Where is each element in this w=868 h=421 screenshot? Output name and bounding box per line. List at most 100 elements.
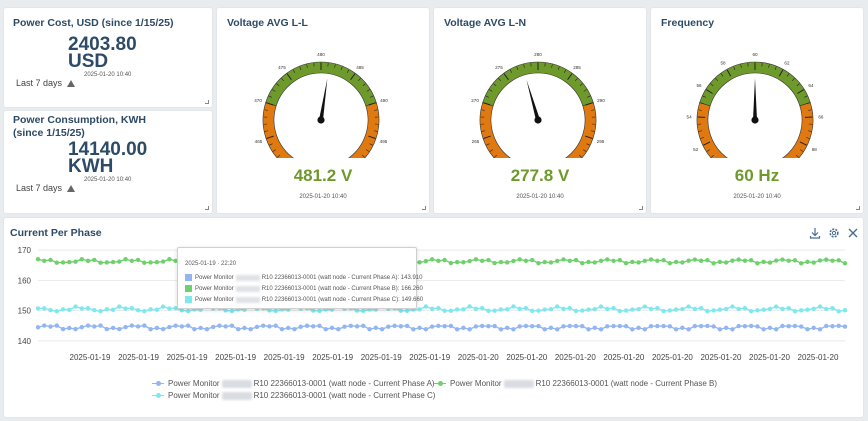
gauge-band-low (262, 102, 294, 158)
legend-prefix: Power Monitor (168, 379, 220, 388)
gauge-tick-label: 285 (573, 65, 581, 70)
gauge-tick-label: 280 (534, 52, 542, 57)
gauge-tick-label: 270 (471, 98, 479, 103)
tooltip-swatch (185, 285, 192, 292)
power-consumption-card: Power Consumption, KWH (since 1/15/25) 1… (4, 111, 212, 213)
legend-swatch (434, 380, 446, 388)
gauge-reading: 481.2 V (293, 166, 353, 185)
tooltip-row: Power Monitor R10 22366013-0001 (watt nod… (185, 285, 423, 292)
period-label: Last 7 days (16, 78, 63, 88)
legend-suffix: R10 22366013-0001 (watt node - Current P… (253, 379, 435, 388)
frequency-gauge: 5052545658606264666870 (687, 52, 824, 158)
gauge-needle (526, 79, 540, 121)
tooltip-swatch (185, 274, 192, 281)
redacted-block (221, 391, 252, 400)
gauge-card-voltage-ll: Voltage AVG L-L 460465470475480485490495… (217, 8, 429, 213)
gauge-tick-label: 290 (597, 98, 605, 103)
period-label: Last 7 days (16, 183, 63, 193)
gauge-tick-label: 480 (317, 52, 325, 57)
legend-suffix: R10 22366013-0001 (watt node - Current P… (253, 391, 436, 400)
power-cost-title: Power Cost, USD (since 1/15/25) (13, 17, 174, 29)
gauge-tick-label: 62 (784, 60, 790, 65)
tooltip-row-suffix: R10 22366013-0001 (watt node - Current P… (261, 286, 423, 293)
power-consumption-timestamp: 2025-01-20 10:40 (84, 177, 132, 183)
redacted-block (235, 296, 260, 303)
power-cost-period[interactable]: Last 7 days (16, 78, 76, 88)
legend-suffix: R10 22366013-0001 (watt node - Current P… (535, 379, 718, 388)
voltage-ll-gauge: 460465470475480485490495500 (254, 52, 388, 158)
legend-prefix: Power Monitor (168, 391, 220, 400)
gauge-reading: 60 Hz (734, 166, 780, 185)
triangle-up-icon (67, 185, 76, 192)
gauge-tick-label: 265 (472, 139, 480, 144)
gauge-timestamp: 2025-01-20 10:40 (299, 194, 347, 200)
gauge-band-low (696, 102, 728, 158)
gauge-timestamp: 2025-01-20 10:40 (733, 194, 781, 200)
gauge-band-low (479, 102, 511, 158)
voltage-ln-gauge: 260265270275280285290295300 (471, 52, 605, 158)
tooltip-row: Power Monitor R10 22366013-0001 (watt nod… (185, 296, 423, 303)
tooltip-row-prefix: Power Monitor (195, 275, 234, 282)
redacted-block (235, 274, 260, 281)
legend-item-phase-a[interactable]: Power Monitor R10 22366013-0001 (watt nod… (152, 379, 435, 388)
gauge-band-high (348, 102, 380, 158)
gauge-tick-label: 485 (356, 65, 364, 70)
legend-item-phase-c[interactable]: Power Monitor R10 22366013-0001 (watt nod… (152, 391, 435, 400)
power-cost-timestamp: 2025-01-20 10:40 (84, 72, 132, 78)
tooltip-row-prefix: Power Monitor (195, 286, 234, 293)
chart-tooltip: 2025-01-19 · 22:20 Power Monitor R10 2236… (177, 247, 423, 309)
resize-handle-icon[interactable] (205, 100, 209, 104)
tooltip-row-prefix: Power Monitor (195, 297, 234, 304)
gauge-tick-label: 475 (278, 65, 286, 70)
gauge-card-frequency: Frequency 5052545658606264666870 60 Hz 2… (651, 8, 863, 213)
gauge-hub (317, 116, 325, 124)
tooltip-title: 2025-01-19 · 22:20 (185, 261, 237, 267)
gauge-card-voltage-ln: Voltage AVG L-N 260265270275280285290295… (434, 8, 646, 213)
gauge-needle (753, 78, 757, 120)
gauge-tick-label: 465 (255, 139, 263, 144)
resize-handle-icon[interactable] (422, 206, 426, 210)
resize-handle-icon[interactable] (205, 206, 209, 210)
close-icon[interactable] (846, 226, 860, 240)
gauge-tick-label: 64 (808, 83, 814, 88)
gauge-hub (534, 116, 542, 124)
redacted-block (235, 285, 260, 292)
chart-title: Current Per Phase (10, 227, 102, 239)
redacted-block (221, 379, 252, 388)
gauge-tick-label: 470 (254, 98, 262, 103)
gauge-timestamp: 2025-01-20 10:40 (516, 194, 564, 200)
gauge-tick-label: 58 (720, 60, 726, 65)
tooltip-row: Power Monitor R10 22366013-0001 (watt nod… (185, 274, 422, 281)
resize-handle-icon[interactable] (856, 206, 860, 210)
power-cost-card: Power Cost, USD (since 1/15/25) 2403.80 … (4, 8, 212, 107)
power-consumption-unit: KWH (68, 156, 114, 177)
gauge-tick-label: 52 (693, 147, 699, 152)
gauge-tick-label: 60 (752, 52, 758, 57)
gauge-tick-label: 68 (812, 147, 818, 152)
redacted-block (503, 379, 534, 388)
power-consumption-title: Power Consumption, KWH (since 1/15/25) (13, 114, 146, 139)
power-cost-unit: USD (68, 51, 109, 72)
gauge-tick-label: 275 (495, 65, 503, 70)
gauge-tick-label: 66 (818, 115, 824, 120)
gauge-needle (319, 78, 328, 121)
gauge-band-high (782, 102, 814, 158)
resize-handle-icon[interactable] (639, 206, 643, 210)
gauge-tick-label: 495 (380, 139, 388, 144)
download-icon[interactable] (808, 226, 822, 240)
gauge-tick-label: 295 (597, 139, 605, 144)
legend-swatch (152, 392, 164, 400)
gauge-tick-label: 490 (380, 98, 388, 103)
power-consumption-period[interactable]: Last 7 days (16, 183, 76, 193)
gauge-tick-label: 56 (696, 83, 702, 88)
tooltip-row-suffix: R10 22366013-0001 (watt node - Current P… (261, 297, 424, 304)
gauge-band-high (565, 102, 597, 158)
tooltip-swatch (185, 296, 192, 303)
triangle-up-icon (67, 80, 76, 87)
legend-prefix: Power Monitor (450, 379, 502, 388)
gauge-hub (751, 116, 759, 124)
legend-item-phase-b[interactable]: Power Monitor R10 22366013-0001 (watt nod… (434, 379, 717, 388)
legend-swatch (152, 380, 164, 388)
gauge-reading: 277.8 V (510, 166, 570, 185)
gear-icon[interactable] (827, 226, 841, 240)
